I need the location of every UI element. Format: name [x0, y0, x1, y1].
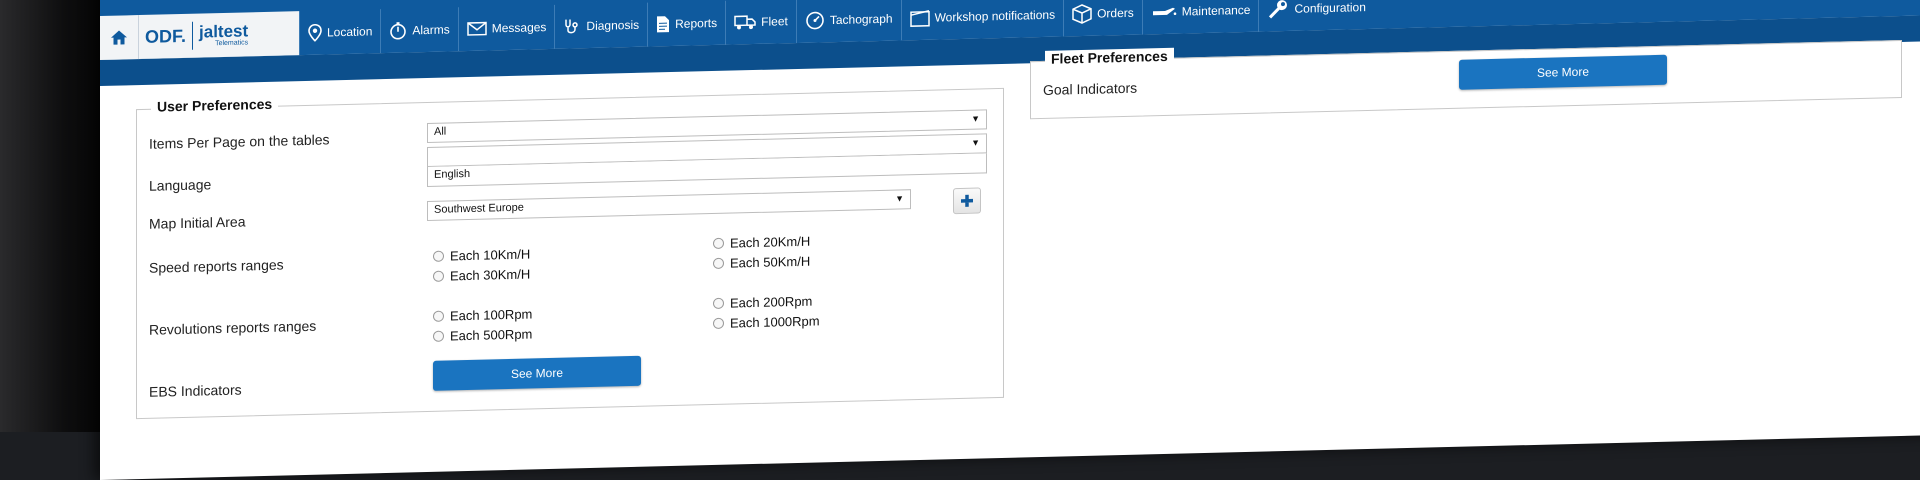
speed-ranges-label: Speed reports ranges: [149, 256, 284, 276]
radio-label: Each 100Rpm: [450, 306, 533, 324]
brand-logo: ODF. jaltest Telematics: [139, 11, 299, 60]
radio-label: Each 30Km/H: [450, 266, 531, 284]
nav-orders[interactable]: Orders: [1063, 0, 1142, 37]
chevron-down-icon: ▼: [971, 137, 980, 148]
ebs-indicators-label: EBS Indicators: [149, 381, 242, 400]
rpm-option-1000[interactable]: Each 1000Rpm: [713, 313, 820, 331]
nav-label: Diagnosis: [586, 17, 640, 34]
speed-option-10[interactable]: Each 10Km/H: [433, 246, 530, 263]
radio-button[interactable]: [433, 250, 444, 262]
nav-fleet[interactable]: Fleet: [725, 0, 796, 45]
nav-label: Maintenance: [1181, 2, 1251, 19]
radio-label: Each 20Km/H: [730, 233, 811, 251]
app-screen: ODF. jaltest Telematics Location Alarms …: [100, 0, 1920, 480]
radio-button[interactable]: [713, 257, 724, 270]
logo-odf: ODF.: [145, 25, 187, 47]
home-button[interactable]: [100, 15, 139, 61]
select-value: English: [434, 167, 471, 181]
nav-maintenance[interactable]: Maintenance: [1141, 0, 1259, 35]
radio-button[interactable]: [713, 317, 724, 330]
truck-icon: [734, 15, 756, 30]
plus-icon: [961, 194, 973, 207]
fleet-preferences-panel: Fleet Preferences Goal Indicators See Mo…: [1030, 39, 1902, 120]
radio-label: Each 50Km/H: [730, 253, 811, 271]
goal-indicators-label: Goal Indicators: [1043, 79, 1138, 98]
revolutions-ranges-label: Revolutions reports ranges: [149, 317, 317, 338]
nav-reports[interactable]: Reports: [647, 0, 726, 47]
nav-configuration[interactable]: Configuration: [1258, 0, 1374, 32]
stopwatch-icon: [390, 22, 407, 40]
box-icon: [1072, 4, 1092, 24]
user-preferences-panel: User Preferences Items Per Page on the t…: [136, 87, 1004, 420]
chevron-down-icon: ▼: [895, 193, 904, 204]
radio-label: Each 1000Rpm: [730, 313, 820, 331]
speed-option-20[interactable]: Each 20Km/H: [713, 234, 810, 251]
envelope-icon: [466, 21, 487, 36]
radio-label: Each 10Km/H: [450, 246, 531, 264]
panel-title: User Preferences: [151, 95, 279, 115]
speed-option-30[interactable]: Each 30Km/H: [433, 266, 530, 283]
radio-button[interactable]: [433, 330, 444, 342]
button-label: See More: [510, 365, 564, 381]
nav-label: Orders: [1097, 5, 1134, 21]
chevron-down-icon: ▼: [971, 113, 980, 124]
panel-title: Fleet Preferences: [1045, 47, 1174, 67]
nav-label: Alarms: [412, 22, 450, 38]
logo-divider: [192, 21, 194, 50]
radio-button[interactable]: [433, 310, 444, 322]
logo-sub: Telematics: [215, 39, 249, 48]
map-pin-icon: [308, 23, 322, 42]
language-label: Language: [149, 176, 212, 194]
oil-can-icon: [1152, 7, 1177, 16]
button-label: See More: [1536, 64, 1590, 80]
logo-brand: jaltest: [199, 21, 249, 42]
nav-label: Configuration: [1294, 0, 1366, 16]
select-value: Southwest Europe: [434, 201, 524, 216]
stethoscope-icon: [565, 19, 579, 34]
radio-label: Each 200Rpm: [730, 293, 813, 311]
rpm-option-100[interactable]: Each 100Rpm: [433, 306, 532, 323]
radio-button[interactable]: [713, 237, 724, 250]
nav-messages[interactable]: Messages: [457, 4, 555, 52]
nav-label: Tachograph: [829, 11, 893, 28]
radio-label: Each 500Rpm: [450, 326, 533, 344]
nav-location[interactable]: Location: [299, 9, 381, 56]
logo-jaltest: jaltest Telematics: [199, 21, 249, 48]
add-area-button[interactable]: [953, 187, 981, 215]
nav-label: Messages: [491, 20, 547, 36]
nav-workshop-notifications[interactable]: Workshop notifications: [900, 0, 1064, 41]
speed-option-50[interactable]: Each 50Km/H: [713, 254, 810, 271]
home-icon: [111, 30, 127, 45]
items-per-page-label: Items Per Page on the tables: [149, 131, 330, 152]
rpm-option-200[interactable]: Each 200Rpm: [713, 294, 812, 311]
radio-button[interactable]: [713, 297, 724, 310]
rpm-option-500[interactable]: Each 500Rpm: [433, 326, 532, 343]
map-area-select[interactable]: Southwest Europe ▼: [427, 189, 911, 222]
select-value: All: [434, 125, 447, 138]
wrench-icon: [1269, 0, 1288, 19]
tachograph-icon: [806, 11, 824, 30]
radio-button[interactable]: [433, 270, 444, 282]
map-area-label: Map Initial Area: [149, 213, 246, 232]
nav-alarms[interactable]: Alarms: [380, 7, 458, 54]
goal-see-more-button[interactable]: See More: [1459, 54, 1667, 90]
nav-diagnosis[interactable]: Diagnosis: [554, 2, 648, 49]
ebs-see-more-button[interactable]: See More: [433, 355, 641, 391]
nav-tachograph[interactable]: Tachograph: [795, 0, 901, 43]
nav-label: Reports: [675, 15, 718, 31]
nav-label: Location: [327, 24, 373, 40]
clipboard-icon: [909, 10, 930, 27]
nav-label: Workshop notifications: [934, 7, 1056, 25]
monitor-bezel: [0, 0, 110, 432]
nav-label: Fleet: [761, 14, 788, 29]
document-icon: [657, 16, 670, 33]
